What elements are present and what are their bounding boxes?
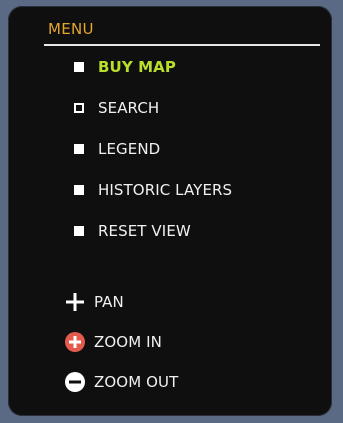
tool-label: ZOOM OUT	[94, 373, 179, 391]
bullet-outline-square-icon	[74, 103, 84, 113]
menu-item-label: SEARCH	[98, 99, 160, 117]
tool-pan[interactable]: PAN	[64, 291, 124, 313]
menu-panel: MENU BUY MAP SEARCH LEGEND HISTORIC LAYE…	[8, 6, 332, 416]
bullet-square-icon	[74, 226, 84, 236]
bullet-square-icon	[74, 62, 84, 72]
tool-label: PAN	[94, 293, 124, 311]
tool-zoom-in[interactable]: ZOOM IN	[64, 331, 162, 353]
menu-item-label: HISTORIC LAYERS	[98, 181, 233, 199]
menu-item-legend[interactable]: LEGEND	[74, 140, 160, 158]
tool-zoom-out[interactable]: ZOOM OUT	[64, 371, 178, 393]
zoom-in-plus-icon	[64, 331, 86, 353]
menu-title: MENU	[48, 20, 94, 38]
menu-item-historic-layers[interactable]: HISTORIC LAYERS	[74, 181, 232, 199]
menu-item-reset-view[interactable]: RESET VIEW	[74, 222, 191, 240]
menu-item-label: BUY MAP	[98, 58, 176, 76]
pan-cross-icon	[64, 291, 86, 313]
tool-label: ZOOM IN	[94, 333, 162, 351]
bullet-square-icon	[74, 185, 84, 195]
menu-divider	[44, 44, 320, 46]
menu-item-search[interactable]: SEARCH	[74, 99, 159, 117]
menu-item-label: LEGEND	[98, 140, 161, 158]
menu-item-buy-map[interactable]: BUY MAP	[74, 58, 176, 76]
zoom-out-minus-icon	[64, 371, 86, 393]
menu-item-label: RESET VIEW	[98, 222, 191, 240]
bullet-square-icon	[74, 144, 84, 154]
